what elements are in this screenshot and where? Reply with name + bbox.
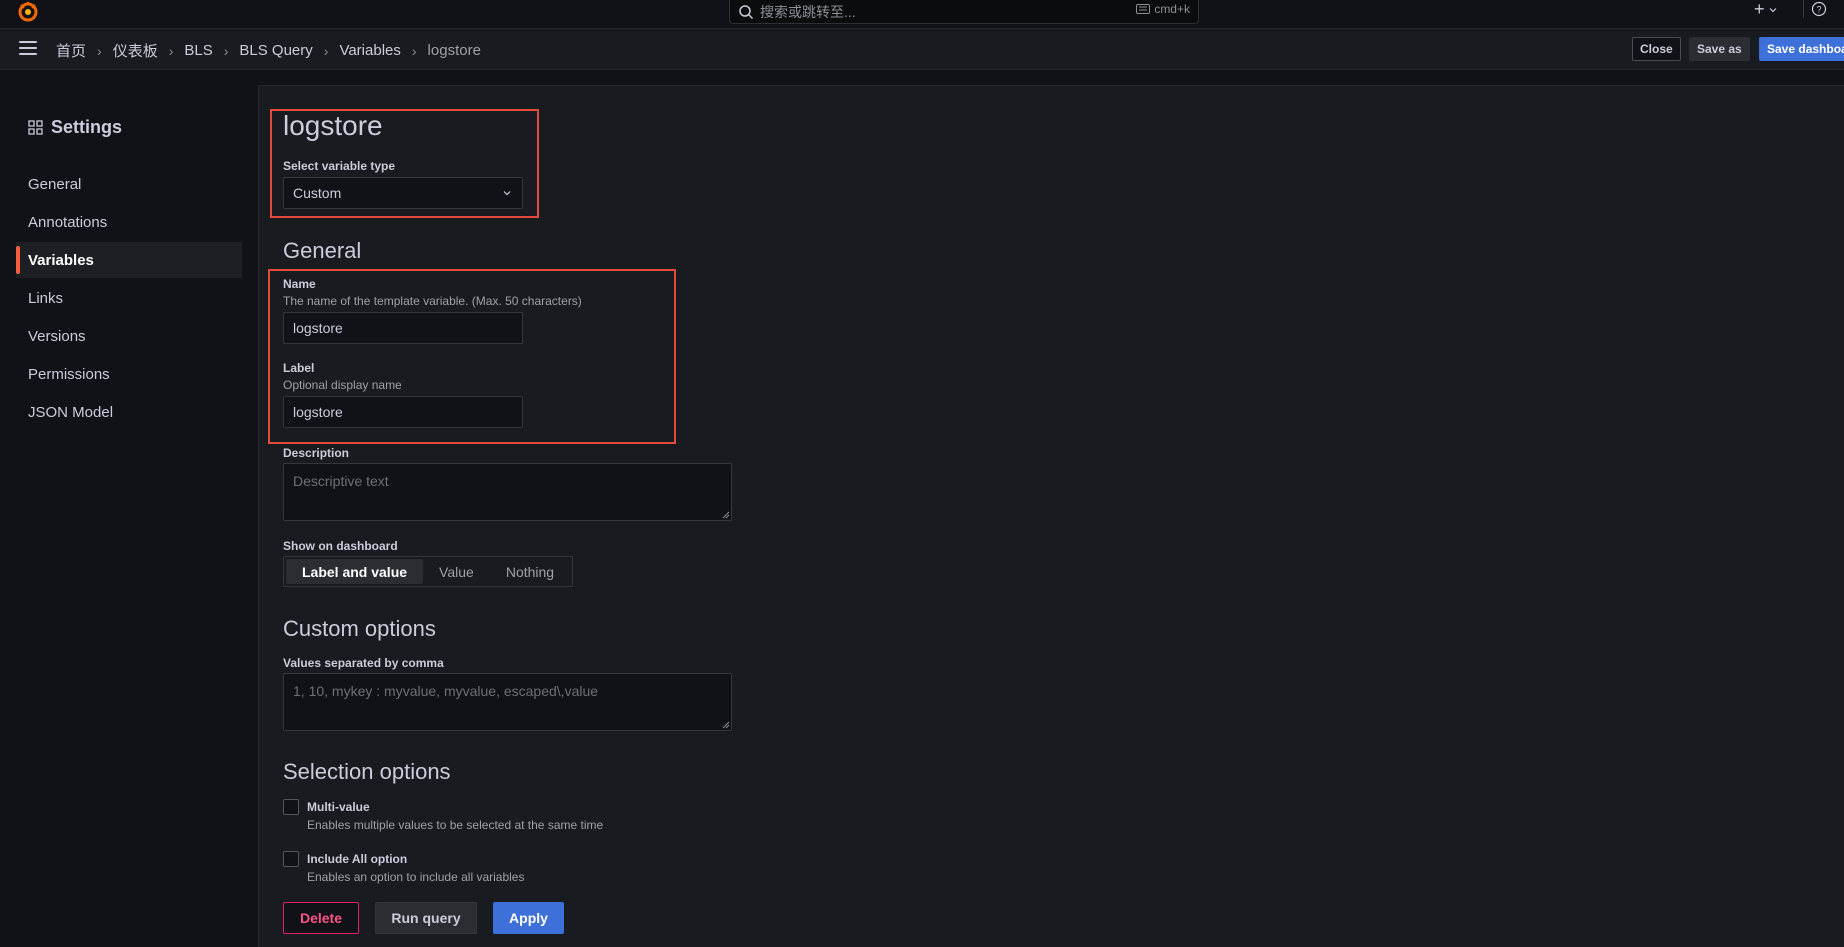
description-label: Description [283,446,350,460]
description-textarea[interactable]: Descriptive text [283,463,732,521]
breadcrumb-bar: 首页 › 仪表板 › BLS › BLS Query › Variables ›… [0,29,1844,70]
highlight-box-general [268,269,676,444]
show-on-dashboard-label: Show on dashboard [283,539,398,553]
menu-icon[interactable] [19,41,37,55]
general-heading: General [283,238,362,263]
highlight-box-type [270,109,539,218]
custom-values-textarea[interactable]: 1, 10, mykey : myvalue, myvalue, escaped… [283,673,732,731]
chevron-down-icon [1769,7,1776,12]
breadcrumb-dashboards[interactable]: 仪表板 [113,40,158,61]
breadcrumb-separator: › [223,42,229,59]
values-label: Values separated by comma [283,656,444,670]
settings-title-text: Settings [51,117,123,137]
apply-button[interactable]: Apply [493,902,564,934]
breadcrumb-separator: › [411,42,417,59]
sidebar-item-permissions[interactable]: Permissions [16,356,242,392]
save-as-button[interactable]: Save as [1689,37,1750,61]
multi-value-checkbox[interactable] [283,799,299,815]
multi-value-description: Enables multiple values to be selected a… [307,818,604,832]
resize-handle-icon[interactable] [722,721,730,729]
search-input[interactable]: 搜索或跳转至... cmd+k [729,0,1199,24]
search-placeholder: 搜索或跳转至... [760,3,856,20]
shortcut-text: cmd+k [1154,2,1190,16]
selection-options-heading: Selection options [283,759,451,784]
show-option-value[interactable]: Value [423,559,490,584]
close-button[interactable]: Close [1632,37,1681,61]
breadcrumb-variables[interactable]: Variables [339,42,400,59]
breadcrumb: 首页 › 仪表板 › BLS › BLS Query › Variables ›… [56,40,481,61]
sidebar-item-annotations[interactable]: Annotations [16,204,242,240]
custom-options-heading: Custom options [283,616,436,641]
breadcrumb-separator: › [97,42,102,59]
search-icon [739,4,754,19]
include-all-description: Enables an option to include all variabl… [307,870,525,884]
sidebar-item-variables[interactable]: Variables [16,242,242,278]
save-dashboard-button[interactable]: Save dashboard [1759,37,1844,61]
delete-button[interactable]: Delete [283,902,359,934]
sidebar-item-links[interactable]: Links [16,280,242,316]
breadcrumb-dashboard[interactable]: BLS Query [239,42,312,59]
shortcut-hint: cmd+k [1136,2,1190,16]
settings-title: Settings [28,117,122,138]
grafana-logo-icon[interactable] [17,0,39,22]
toolbar-divider [1803,0,1804,18]
svg-text:?: ? [1816,5,1821,15]
breadcrumb-folder[interactable]: BLS [184,42,212,59]
new-menu-button[interactable]: + [1754,0,1777,20]
breadcrumb-separator: › [323,42,329,59]
apps-icon [28,120,43,135]
description-placeholder: Descriptive text [293,473,389,489]
include-all-label: Include All option [307,852,408,866]
plus-icon: + [1754,0,1765,19]
breadcrumb-home[interactable]: 首页 [56,40,86,61]
breadcrumb-current: logstore [427,42,481,59]
top-bar: 搜索或跳转至... cmd+k + ? [0,0,1844,29]
sidebar-item-json-model[interactable]: JSON Model [16,394,242,430]
show-option-nothing[interactable]: Nothing [490,559,570,584]
resize-handle-icon[interactable] [722,511,730,519]
show-on-dashboard-radio-group: Label and value Value Nothing [283,556,574,587]
keyboard-icon [1136,4,1151,14]
sidebar-item-general[interactable]: General [16,166,242,202]
include-all-checkbox[interactable] [283,851,299,867]
run-query-button[interactable]: Run query [375,902,477,934]
sidebar-item-versions[interactable]: Versions [16,318,242,354]
show-option-label-and-value[interactable]: Label and value [286,559,424,584]
custom-values-placeholder: 1, 10, mykey : myvalue, myvalue, escaped… [293,683,599,699]
help-icon[interactable]: ? [1811,1,1827,17]
multi-value-label: Multi-value [307,800,370,814]
settings-sidebar: Settings General Annotations Variables L… [0,70,258,947]
breadcrumb-separator: › [168,42,174,59]
